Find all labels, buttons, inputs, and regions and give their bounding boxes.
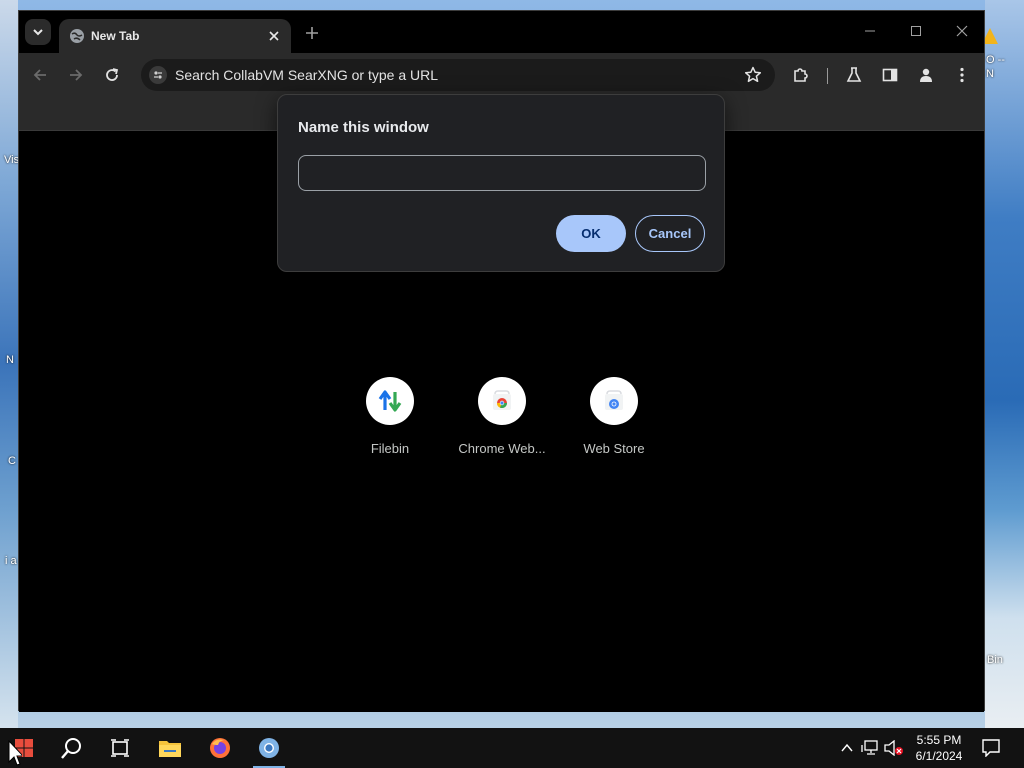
- arrow-left-icon: [33, 69, 46, 81]
- address-bar[interactable]: Search CollabVM SearXNG or type a URL: [141, 59, 775, 91]
- more-vert-icon: [960, 67, 964, 83]
- minimize-button[interactable]: [855, 19, 885, 43]
- dialog-title: Name this window: [298, 119, 429, 136]
- shortcut-label: Web Store: [583, 441, 645, 456]
- shortcut-tile: [590, 377, 638, 425]
- close-icon: [269, 31, 279, 41]
- ok-button[interactable]: OK: [556, 215, 626, 252]
- shortcut-tile: [366, 377, 414, 425]
- shortcut-label: Chrome Web...: [458, 441, 546, 456]
- tune-icon: [154, 71, 162, 79]
- network-icon: [861, 740, 878, 755]
- site-info-icon[interactable]: [149, 66, 167, 84]
- web-store-icon: [605, 390, 623, 410]
- close-window-button[interactable]: [947, 19, 977, 43]
- desktop-recycle-bin-label: Bin: [987, 654, 1003, 666]
- task-view-button[interactable]: [96, 728, 144, 768]
- globe-icon: [70, 29, 84, 43]
- shortcut-web-store[interactable]: Web Store: [564, 377, 664, 456]
- profile-button[interactable]: [913, 62, 939, 88]
- extensions-button[interactable]: [788, 62, 814, 88]
- window-name-input[interactable]: [298, 155, 706, 191]
- plus-icon: [306, 27, 318, 39]
- close-icon: [956, 25, 968, 37]
- folder-icon: [159, 741, 181, 757]
- chevron-up-icon: [841, 743, 853, 752]
- shortcut-chrome-web-store[interactable]: Chrome Web...: [452, 377, 552, 456]
- browser-toolbar: Search CollabVM SearXNG or type a URL: [19, 53, 984, 97]
- minimize-icon: [865, 30, 875, 32]
- side-panel-icon: [882, 68, 898, 82]
- back-button[interactable]: [27, 62, 53, 88]
- system-clock[interactable]: 5:55 PM 6/1/2024: [904, 732, 974, 764]
- labs-button[interactable]: [841, 62, 867, 88]
- clock-time: 5:55 PM: [916, 733, 962, 747]
- maximize-button[interactable]: [901, 19, 931, 43]
- task-view-icon: [111, 739, 129, 757]
- close-tab-button[interactable]: [265, 27, 283, 45]
- filebin-icon: [378, 390, 402, 412]
- tab-title: New Tab: [91, 29, 140, 43]
- tab-new-tab[interactable]: New Tab: [59, 19, 291, 53]
- notification-icon: [982, 739, 1000, 757]
- clock-date: 6/1/2024: [915, 749, 963, 763]
- desktop-icon-label: i a: [5, 555, 17, 567]
- person-icon: [920, 68, 932, 82]
- chevron-down-icon: [33, 29, 43, 36]
- desktop-icon-label: N: [6, 354, 14, 366]
- maximize-icon: [911, 26, 921, 36]
- arrow-right-icon: [70, 69, 83, 81]
- tab-search-button[interactable]: [25, 19, 51, 45]
- search-icon: [61, 738, 81, 759]
- address-bar-placeholder: Search CollabVM SearXNG or type a URL: [175, 67, 438, 83]
- desktop-icon-label: C: [8, 455, 16, 467]
- shortcut-label: Filebin: [370, 441, 410, 456]
- reload-icon: [106, 68, 119, 81]
- star-icon: [744, 66, 762, 83]
- chrome-web-store-icon: [493, 390, 511, 410]
- desktop-icon-label: N: [986, 68, 994, 80]
- name-window-dialog: Name this window OK Cancel: [277, 94, 725, 272]
- side-panel-button[interactable]: [877, 62, 903, 88]
- bookmark-star-button[interactable]: [743, 65, 763, 85]
- firefox-icon: [210, 738, 230, 758]
- desktop-icon-label: Vis: [4, 154, 20, 166]
- file-explorer-button[interactable]: [146, 728, 194, 768]
- forward-button[interactable]: [63, 62, 89, 88]
- menu-button[interactable]: [949, 62, 975, 88]
- mouse-cursor-icon: [8, 740, 22, 766]
- notifications-button[interactable]: [981, 738, 1001, 758]
- reload-button[interactable]: [99, 62, 125, 88]
- desktop-icon-label: O --: [986, 54, 1005, 66]
- flask-icon: [846, 67, 862, 82]
- taskbar: 5:55 PM 6/1/2024: [0, 728, 1024, 768]
- shortcut-tile: [478, 377, 526, 425]
- tab-bar: New Tab: [19, 11, 984, 53]
- show-hidden-icons-button[interactable]: [837, 738, 857, 758]
- shortcut-filebin[interactable]: Filebin: [340, 377, 440, 456]
- desktop-background-right: [985, 0, 1024, 728]
- volume-muted-icon: [884, 740, 903, 756]
- firefox-button[interactable]: [196, 728, 244, 768]
- new-tab-button[interactable]: [301, 22, 323, 44]
- puzzle-icon: [794, 68, 808, 82]
- toolbar-separator: [827, 68, 828, 84]
- chromium-button[interactable]: [245, 728, 293, 768]
- chromium-icon: [259, 738, 279, 758]
- network-button[interactable]: [860, 738, 880, 758]
- search-button[interactable]: [48, 728, 96, 768]
- volume-button[interactable]: [884, 738, 904, 758]
- cancel-button[interactable]: Cancel: [635, 215, 705, 252]
